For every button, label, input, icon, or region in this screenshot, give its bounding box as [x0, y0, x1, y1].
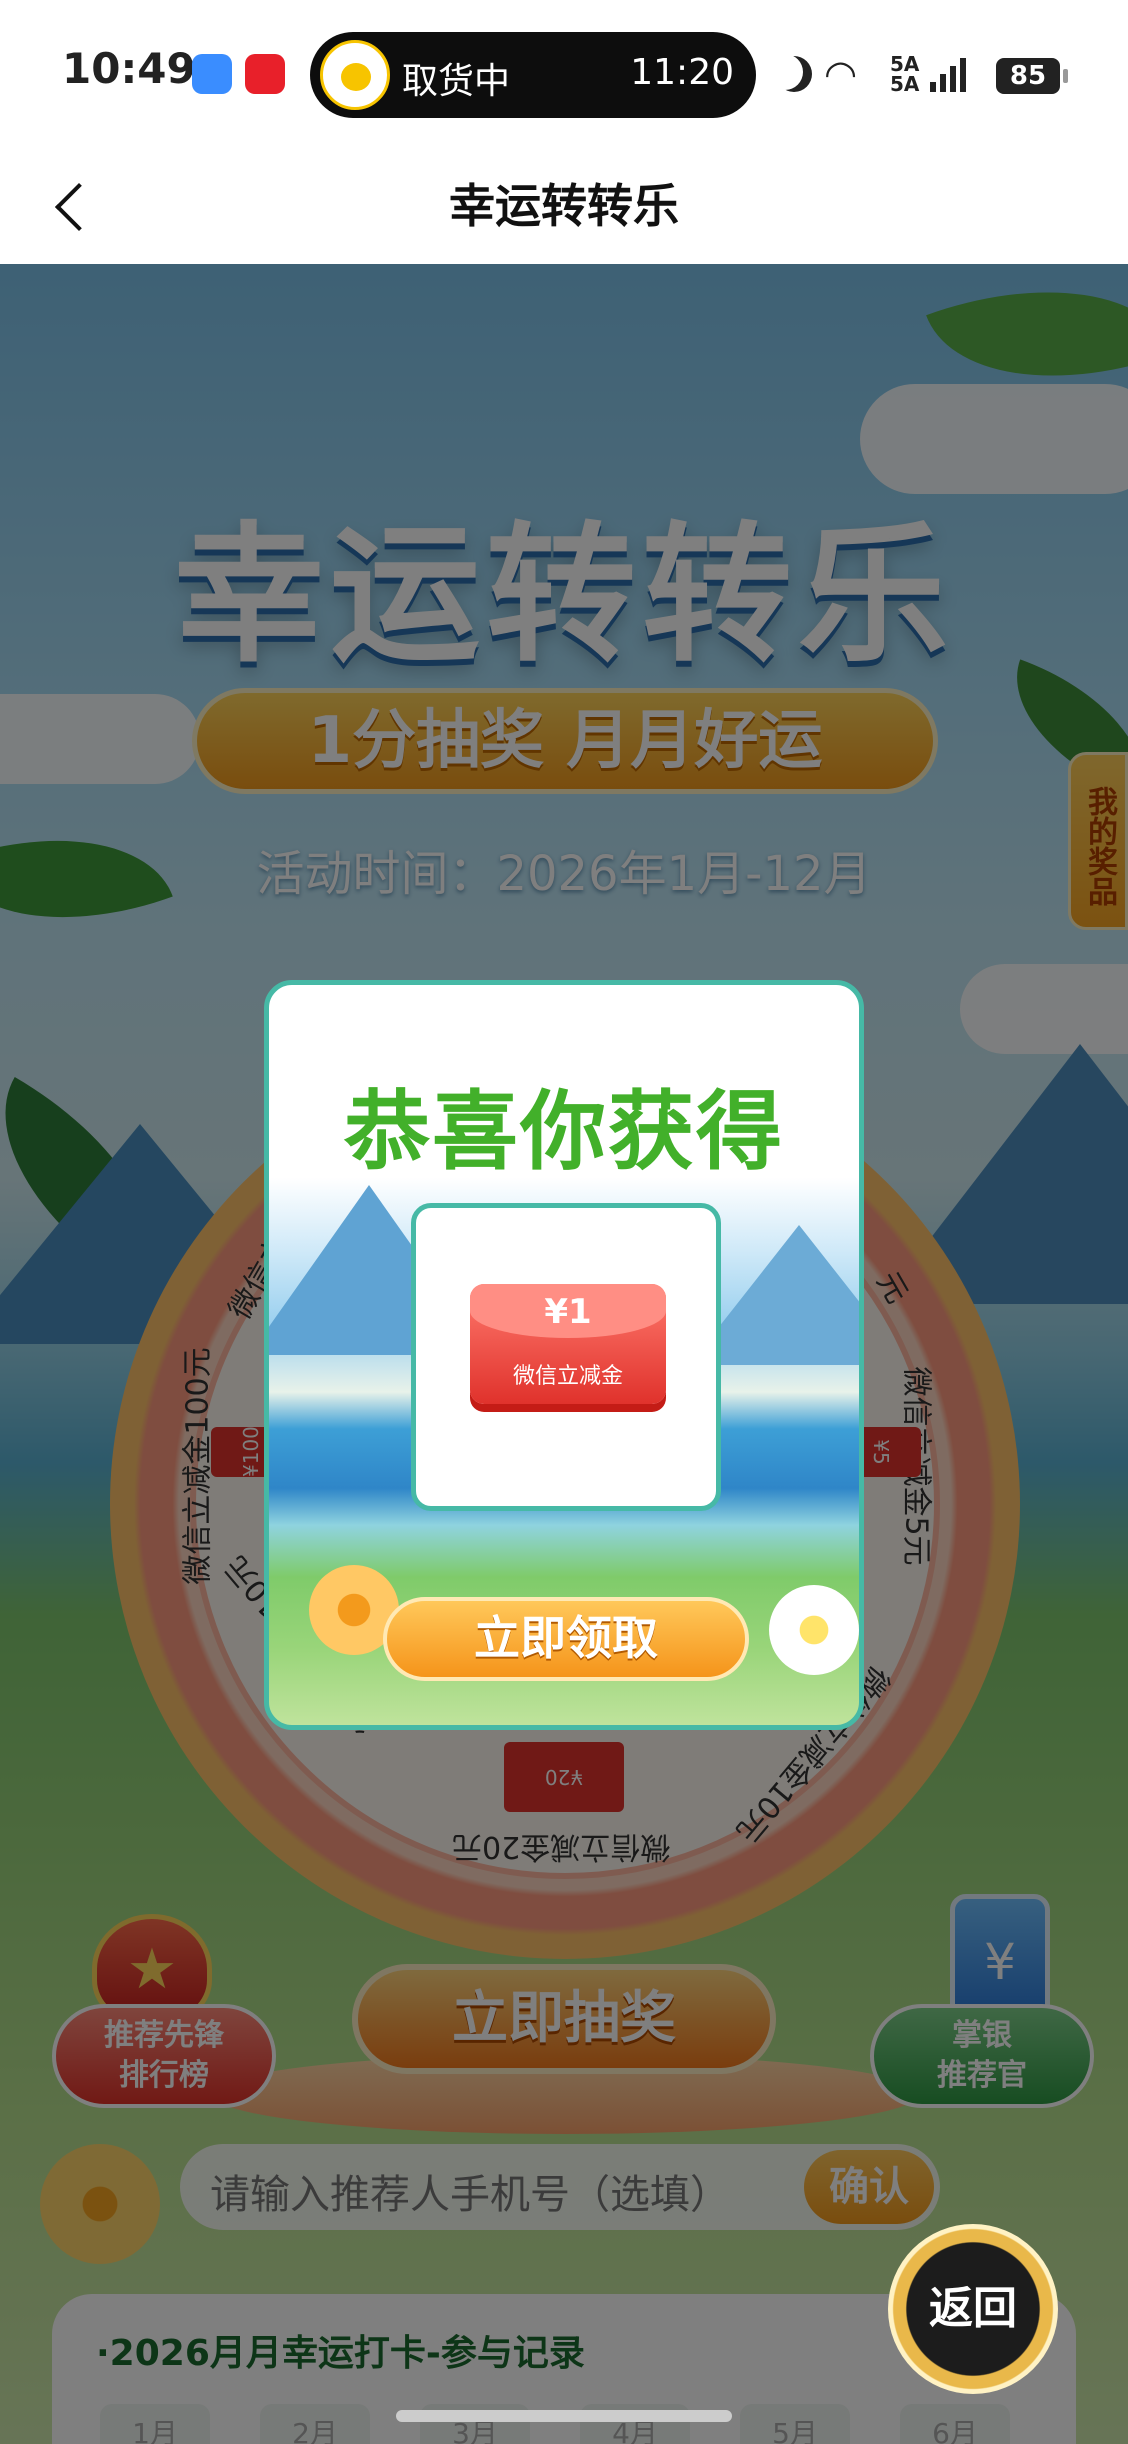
- prize-name: 微信立减金: [512, 1364, 623, 1389]
- battery-icon: 85: [996, 58, 1068, 94]
- delivery-rider-icon: [320, 40, 390, 110]
- shopping-app-icon: [245, 54, 285, 94]
- page-title: 幸运转转乐: [449, 179, 679, 233]
- message-app-icon: [192, 54, 232, 94]
- network-type-label: 5A 5A: [890, 52, 920, 96]
- signal-icon: [930, 58, 974, 92]
- wifi-icon: ◠: [824, 52, 858, 96]
- clock: 10:49: [62, 44, 196, 93]
- return-button[interactable]: 返回: [888, 2224, 1058, 2394]
- dialog-title: 恭喜你获得: [344, 1082, 784, 1182]
- navigation-bar: 幸运转转乐: [0, 140, 1128, 264]
- prize-card: ¥1 微信立减金: [411, 1203, 721, 1511]
- prize-dialog: 恭喜你获得 ¥1 微信立减金 立即领取: [264, 980, 864, 1730]
- home-indicator[interactable]: [396, 2410, 732, 2422]
- red-envelope-icon: ¥1 微信立减金: [470, 1284, 666, 1404]
- status-bar: 10:49 取货中 11:20 ◠ 5A 5A 85: [0, 0, 1128, 140]
- live-activity-status: 取货中: [402, 61, 511, 102]
- live-activity-pill[interactable]: 取货中 11:20: [310, 32, 756, 118]
- claim-button[interactable]: 立即领取: [383, 1597, 749, 1681]
- prize-amount: ¥1: [544, 1292, 592, 1332]
- do-not-disturb-icon: [776, 56, 812, 92]
- live-activity-time: 11:20: [630, 52, 734, 93]
- flower-decoration: [769, 1585, 859, 1675]
